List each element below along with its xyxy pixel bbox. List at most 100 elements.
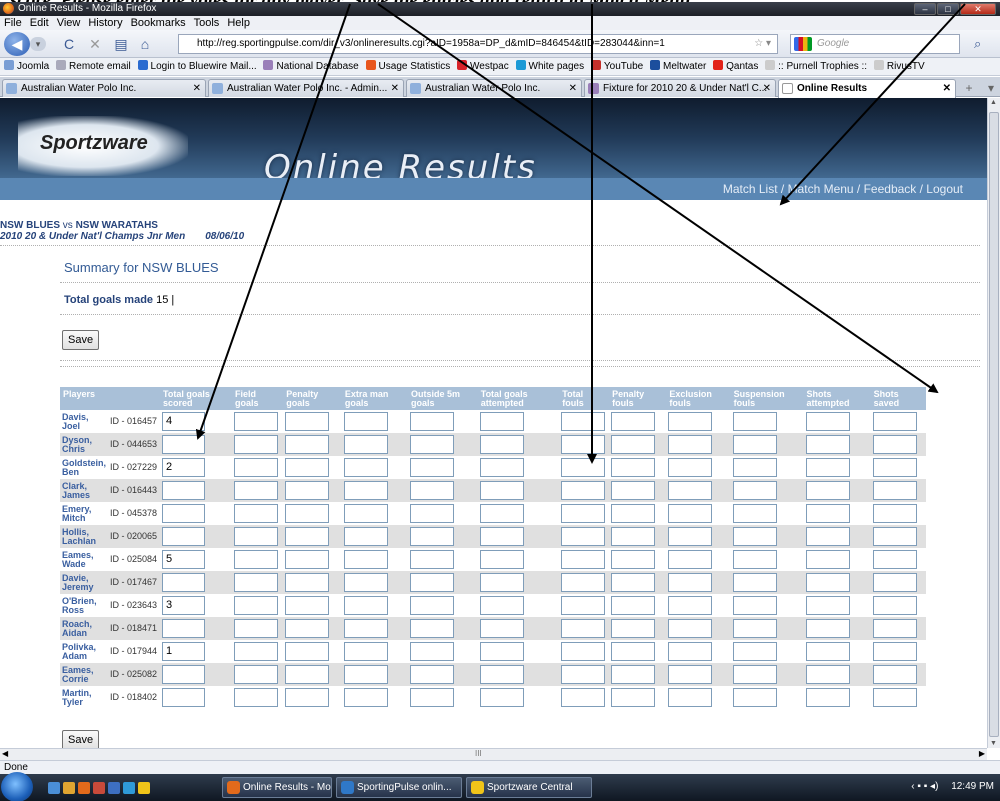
menu-help[interactable]: Help	[227, 16, 250, 30]
bookmark-item[interactable]: Qantas	[713, 58, 758, 75]
stat-input[interactable]	[285, 527, 330, 546]
stat-input[interactable]	[872, 527, 917, 546]
quick-launch-icon[interactable]	[48, 782, 60, 794]
bookmark-item[interactable]: White pages	[515, 58, 584, 75]
player-name[interactable]: Roach, Aidan	[60, 617, 109, 640]
stat-input[interactable]	[479, 619, 524, 638]
minimize-button[interactable]: –	[914, 3, 936, 15]
stat-input[interactable]	[285, 573, 330, 592]
stat-input[interactable]	[233, 504, 278, 523]
stat-input[interactable]	[343, 481, 388, 500]
home-icon[interactable]: ⌂	[136, 35, 154, 53]
vertical-scrollbar[interactable]: ▲ ▼	[987, 98, 1000, 748]
stat-input[interactable]	[233, 550, 278, 569]
total-goals-input[interactable]: 1	[162, 642, 206, 661]
menu-history[interactable]: History	[88, 16, 122, 30]
stat-input[interactable]	[479, 688, 524, 707]
horizontal-scrollbar[interactable]: ◀ III ▶	[0, 748, 987, 760]
new-tab-button[interactable]: +	[960, 80, 978, 96]
stat-input[interactable]	[668, 481, 713, 500]
bookmark-item[interactable]: Joomla	[4, 58, 49, 75]
stat-input[interactable]	[668, 688, 713, 707]
stat-input[interactable]	[409, 596, 454, 615]
scroll-thumb[interactable]	[989, 112, 999, 737]
bookmark-item[interactable]: National Database	[263, 58, 359, 75]
close-window-button[interactable]: ✕	[960, 3, 996, 15]
start-button[interactable]	[1, 772, 33, 801]
stat-input[interactable]	[561, 550, 606, 569]
stat-input[interactable]	[611, 527, 656, 546]
stat-input[interactable]	[285, 550, 330, 569]
stat-input[interactable]	[233, 688, 278, 707]
stat-input[interactable]	[285, 412, 330, 431]
player-name[interactable]: O'Brien, Ross	[60, 594, 108, 617]
close-tab-icon[interactable]: ✕	[763, 80, 771, 97]
stat-input[interactable]	[872, 619, 917, 638]
scroll-up-icon[interactable]: ▲	[990, 99, 997, 106]
stat-input[interactable]	[233, 527, 278, 546]
stat-input[interactable]	[668, 504, 713, 523]
print-icon[interactable]: ▤	[112, 35, 130, 53]
quick-launch-icon[interactable]	[138, 782, 150, 794]
scroll-down-icon[interactable]: ▼	[990, 740, 997, 747]
menu-edit[interactable]: Edit	[30, 16, 49, 30]
stat-input[interactable]	[668, 458, 713, 477]
total-goals-input[interactable]: 3	[162, 596, 206, 615]
stat-input[interactable]	[409, 504, 454, 523]
stat-input[interactable]	[732, 504, 777, 523]
player-name[interactable]: Hollis, Lachlan	[60, 525, 109, 548]
stat-input[interactable]	[872, 688, 917, 707]
stat-input[interactable]	[285, 596, 330, 615]
stat-input[interactable]	[668, 573, 713, 592]
stat-input[interactable]	[561, 688, 606, 707]
stat-input[interactable]	[233, 619, 278, 638]
menu-file[interactable]: File	[4, 16, 22, 30]
stat-input[interactable]	[479, 435, 524, 454]
stat-input[interactable]	[233, 481, 278, 500]
stat-input[interactable]	[561, 665, 606, 684]
save-button-top[interactable]: Save	[62, 330, 100, 350]
stat-input[interactable]	[233, 458, 278, 477]
taskbar-item[interactable]: SportingPulse onlin...	[336, 777, 462, 798]
stat-input[interactable]	[872, 596, 917, 615]
close-tab-icon[interactable]: ✕	[193, 80, 201, 97]
quick-launch-icon[interactable]	[123, 782, 135, 794]
bookmark-item[interactable]: Usage Statistics	[365, 58, 450, 75]
stat-input[interactable]	[561, 573, 606, 592]
total-goals-input[interactable]: 5	[162, 550, 206, 569]
stop-icon[interactable]: ✕	[86, 35, 104, 53]
total-goals-input[interactable]	[162, 573, 206, 592]
stat-input[interactable]	[872, 435, 917, 454]
stat-input[interactable]	[409, 481, 454, 500]
stat-input[interactable]	[343, 458, 388, 477]
quick-launch-icon[interactable]	[78, 782, 90, 794]
stat-input[interactable]	[611, 550, 656, 569]
total-goals-input[interactable]	[162, 481, 206, 500]
stat-input[interactable]	[409, 665, 454, 684]
stat-input[interactable]	[409, 435, 454, 454]
total-goals-input[interactable]	[162, 504, 206, 523]
total-goals-input[interactable]	[162, 688, 206, 707]
taskbar-item[interactable]: Sportzware Central	[466, 777, 592, 798]
stat-input[interactable]	[561, 527, 606, 546]
stat-input[interactable]	[343, 688, 388, 707]
stat-input[interactable]	[479, 573, 524, 592]
stat-input[interactable]	[233, 435, 278, 454]
stat-input[interactable]	[732, 527, 777, 546]
scroll-left-icon[interactable]: ◀	[2, 749, 8, 758]
stat-input[interactable]	[668, 665, 713, 684]
stat-input[interactable]	[805, 596, 850, 615]
stat-input[interactable]	[611, 458, 656, 477]
stat-input[interactable]	[409, 550, 454, 569]
stat-input[interactable]	[732, 481, 777, 500]
tab-item[interactable]: Australian Water Polo Inc. ✕	[2, 79, 206, 97]
stat-input[interactable]	[233, 573, 278, 592]
total-goals-input[interactable]	[162, 435, 206, 454]
stat-input[interactable]	[668, 619, 713, 638]
stat-input[interactable]	[285, 435, 330, 454]
stat-input[interactable]	[233, 596, 278, 615]
stat-input[interactable]	[805, 481, 850, 500]
player-name[interactable]: Eames, Corrie	[60, 663, 109, 686]
stat-input[interactable]	[732, 619, 777, 638]
stat-input[interactable]	[611, 481, 656, 500]
